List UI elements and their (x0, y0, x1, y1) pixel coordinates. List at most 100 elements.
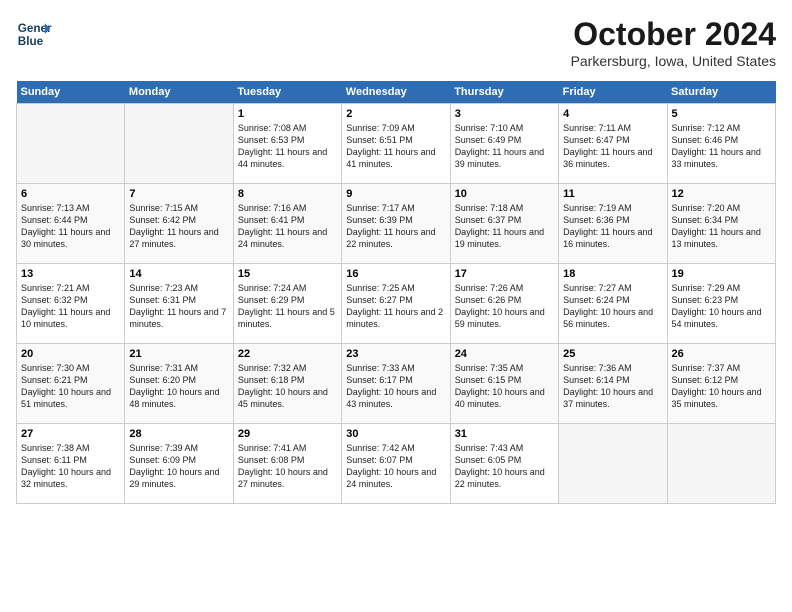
day-number: 6 (21, 188, 120, 200)
calendar-cell: 3 Sunrise: 7:10 AMSunset: 6:49 PMDaylight… (450, 104, 558, 184)
calendar-cell: 12 Sunrise: 7:20 AMSunset: 6:34 PMDayligh… (667, 184, 775, 264)
day-header-friday: Friday (559, 81, 667, 104)
calendar-cell: 30Sunrise: 7:42 AMSunset: 6:07 PMDayligh… (342, 424, 450, 504)
calendar-cell: 26 Sunrise: 7:37 AMSunset: 6:12 PMDayligh… (667, 344, 775, 424)
location: Parkersburg, Iowa, United States (571, 53, 776, 69)
day-number: 2 (346, 108, 445, 120)
calendar-cell: 25Sunrise: 7:36 AMSunset: 6:14 PMDayligh… (559, 344, 667, 424)
day-number: 27 (21, 428, 120, 440)
day-info: Sunrise: 7:17 AMSunset: 6:39 PMDaylight:… (346, 202, 445, 251)
calendar-cell (559, 424, 667, 504)
calendar-cell: 7 Sunrise: 7:15 AMSunset: 6:42 PMDaylight… (125, 184, 233, 264)
calendar-cell: 13Sunrise: 7:21 AMSunset: 6:32 PMDayligh… (17, 264, 125, 344)
calendar-cell (125, 104, 233, 184)
week-row-1: 1 Sunrise: 7:08 AMSunset: 6:53 PMDaylight… (17, 104, 776, 184)
day-number: 22 (238, 348, 337, 360)
logo: General Blue (16, 16, 56, 52)
day-info: Sunrise: 7:12 AMSunset: 6:46 PMDaylight:… (672, 122, 771, 171)
day-info: Sunrise: 7:10 AMSunset: 6:49 PMDaylight:… (455, 122, 554, 171)
day-number: 24 (455, 348, 554, 360)
day-info: Sunrise: 7:18 AMSunset: 6:37 PMDaylight:… (455, 202, 554, 251)
header-row: SundayMondayTuesdayWednesdayThursdayFrid… (17, 81, 776, 104)
day-number: 14 (129, 268, 228, 280)
calendar-cell: 10Sunrise: 7:18 AMSunset: 6:37 PMDayligh… (450, 184, 558, 264)
day-header-monday: Monday (125, 81, 233, 104)
calendar-cell (667, 424, 775, 504)
day-number: 23 (346, 348, 445, 360)
day-info: Sunrise: 7:16 AMSunset: 6:41 PMDaylight:… (238, 202, 337, 251)
day-info: Sunrise: 7:21 AMSunset: 6:32 PMDaylight:… (21, 282, 120, 331)
day-header-saturday: Saturday (667, 81, 775, 104)
day-number: 8 (238, 188, 337, 200)
day-info: Sunrise: 7:39 AMSunset: 6:09 PMDaylight:… (129, 442, 228, 491)
day-number: 26 (672, 348, 771, 360)
calendar-table: SundayMondayTuesdayWednesdayThursdayFrid… (16, 81, 776, 504)
day-number: 11 (563, 188, 662, 200)
day-number: 20 (21, 348, 120, 360)
day-info: Sunrise: 7:27 AMSunset: 6:24 PMDaylight:… (563, 282, 662, 331)
day-number: 16 (346, 268, 445, 280)
calendar-cell: 29 Sunrise: 7:41 AMSunset: 6:08 PMDayligh… (233, 424, 341, 504)
calendar-cell: 16 Sunrise: 7:25 AMSunset: 6:27 PMDayligh… (342, 264, 450, 344)
day-info: Sunrise: 7:33 AMSunset: 6:17 PMDaylight:… (346, 362, 445, 411)
day-info: Sunrise: 7:23 AMSunset: 6:31 PMDaylight:… (129, 282, 228, 331)
day-number: 29 (238, 428, 337, 440)
calendar-cell: 6Sunrise: 7:13 AMSunset: 6:44 PMDaylight… (17, 184, 125, 264)
day-info: Sunrise: 7:25 AMSunset: 6:27 PMDaylight:… (346, 282, 445, 331)
day-number: 5 (672, 108, 771, 120)
day-number: 28 (129, 428, 228, 440)
calendar-cell: 14 Sunrise: 7:23 AMSunset: 6:31 PMDayligh… (125, 264, 233, 344)
day-info: Sunrise: 7:31 AMSunset: 6:20 PMDaylight:… (129, 362, 228, 411)
calendar-cell (17, 104, 125, 184)
day-number: 12 (672, 188, 771, 200)
calendar-cell: 27 Sunrise: 7:38 AMSunset: 6:11 PMDayligh… (17, 424, 125, 504)
week-row-3: 13Sunrise: 7:21 AMSunset: 6:32 PMDayligh… (17, 264, 776, 344)
day-number: 15 (238, 268, 337, 280)
week-row-4: 20 Sunrise: 7:30 AMSunset: 6:21 PMDayligh… (17, 344, 776, 424)
day-info: Sunrise: 7:19 AMSunset: 6:36 PMDaylight:… (563, 202, 662, 251)
day-number: 21 (129, 348, 228, 360)
calendar-cell: 28 Sunrise: 7:39 AMSunset: 6:09 PMDayligh… (125, 424, 233, 504)
calendar-cell: 5 Sunrise: 7:12 AMSunset: 6:46 PMDaylight… (667, 104, 775, 184)
day-info: Sunrise: 7:20 AMSunset: 6:34 PMDaylight:… (672, 202, 771, 251)
calendar-cell: 9 Sunrise: 7:17 AMSunset: 6:39 PMDaylight… (342, 184, 450, 264)
calendar-cell: 11 Sunrise: 7:19 AMSunset: 6:36 PMDayligh… (559, 184, 667, 264)
day-number: 18 (563, 268, 662, 280)
title-area: October 2024 Parkersburg, Iowa, United S… (571, 16, 776, 69)
day-header-wednesday: Wednesday (342, 81, 450, 104)
day-info: Sunrise: 7:15 AMSunset: 6:42 PMDaylight:… (129, 202, 228, 251)
calendar-cell: 21 Sunrise: 7:31 AMSunset: 6:20 PMDayligh… (125, 344, 233, 424)
day-info: Sunrise: 7:41 AMSunset: 6:08 PMDaylight:… (238, 442, 337, 491)
calendar-cell: 31Sunrise: 7:43 AMSunset: 6:05 PMDayligh… (450, 424, 558, 504)
day-number: 3 (455, 108, 554, 120)
calendar-cell: 4Sunrise: 7:11 AMSunset: 6:47 PMDaylight… (559, 104, 667, 184)
day-header-thursday: Thursday (450, 81, 558, 104)
day-info: Sunrise: 7:09 AMSunset: 6:51 PMDaylight:… (346, 122, 445, 171)
day-info: Sunrise: 7:26 AMSunset: 6:26 PMDaylight:… (455, 282, 554, 331)
calendar-cell: 8 Sunrise: 7:16 AMSunset: 6:41 PMDaylight… (233, 184, 341, 264)
day-info: Sunrise: 7:32 AMSunset: 6:18 PMDaylight:… (238, 362, 337, 411)
page-header: General Blue October 2024 Parkersburg, I… (16, 16, 776, 69)
day-number: 1 (238, 108, 337, 120)
calendar-cell: 15 Sunrise: 7:24 AMSunset: 6:29 PMDayligh… (233, 264, 341, 344)
logo-icon: General Blue (16, 16, 52, 52)
day-info: Sunrise: 7:37 AMSunset: 6:12 PMDaylight:… (672, 362, 771, 411)
calendar-cell: 19Sunrise: 7:29 AMSunset: 6:23 PMDayligh… (667, 264, 775, 344)
day-number: 4 (563, 108, 662, 120)
day-info: Sunrise: 7:30 AMSunset: 6:21 PMDaylight:… (21, 362, 120, 411)
calendar-cell: 23 Sunrise: 7:33 AMSunset: 6:17 PMDayligh… (342, 344, 450, 424)
day-number: 7 (129, 188, 228, 200)
day-info: Sunrise: 7:38 AMSunset: 6:11 PMDaylight:… (21, 442, 120, 491)
day-number: 31 (455, 428, 554, 440)
week-row-2: 6Sunrise: 7:13 AMSunset: 6:44 PMDaylight… (17, 184, 776, 264)
day-info: Sunrise: 7:24 AMSunset: 6:29 PMDaylight:… (238, 282, 337, 331)
calendar-cell: 20 Sunrise: 7:30 AMSunset: 6:21 PMDayligh… (17, 344, 125, 424)
day-info: Sunrise: 7:36 AMSunset: 6:14 PMDaylight:… (563, 362, 662, 411)
svg-text:Blue: Blue (18, 35, 44, 48)
calendar-cell: 18 Sunrise: 7:27 AMSunset: 6:24 PMDayligh… (559, 264, 667, 344)
day-info: Sunrise: 7:08 AMSunset: 6:53 PMDaylight:… (238, 122, 337, 171)
day-number: 19 (672, 268, 771, 280)
day-number: 9 (346, 188, 445, 200)
month-title: October 2024 (571, 16, 776, 53)
calendar-cell: 22 Sunrise: 7:32 AMSunset: 6:18 PMDayligh… (233, 344, 341, 424)
